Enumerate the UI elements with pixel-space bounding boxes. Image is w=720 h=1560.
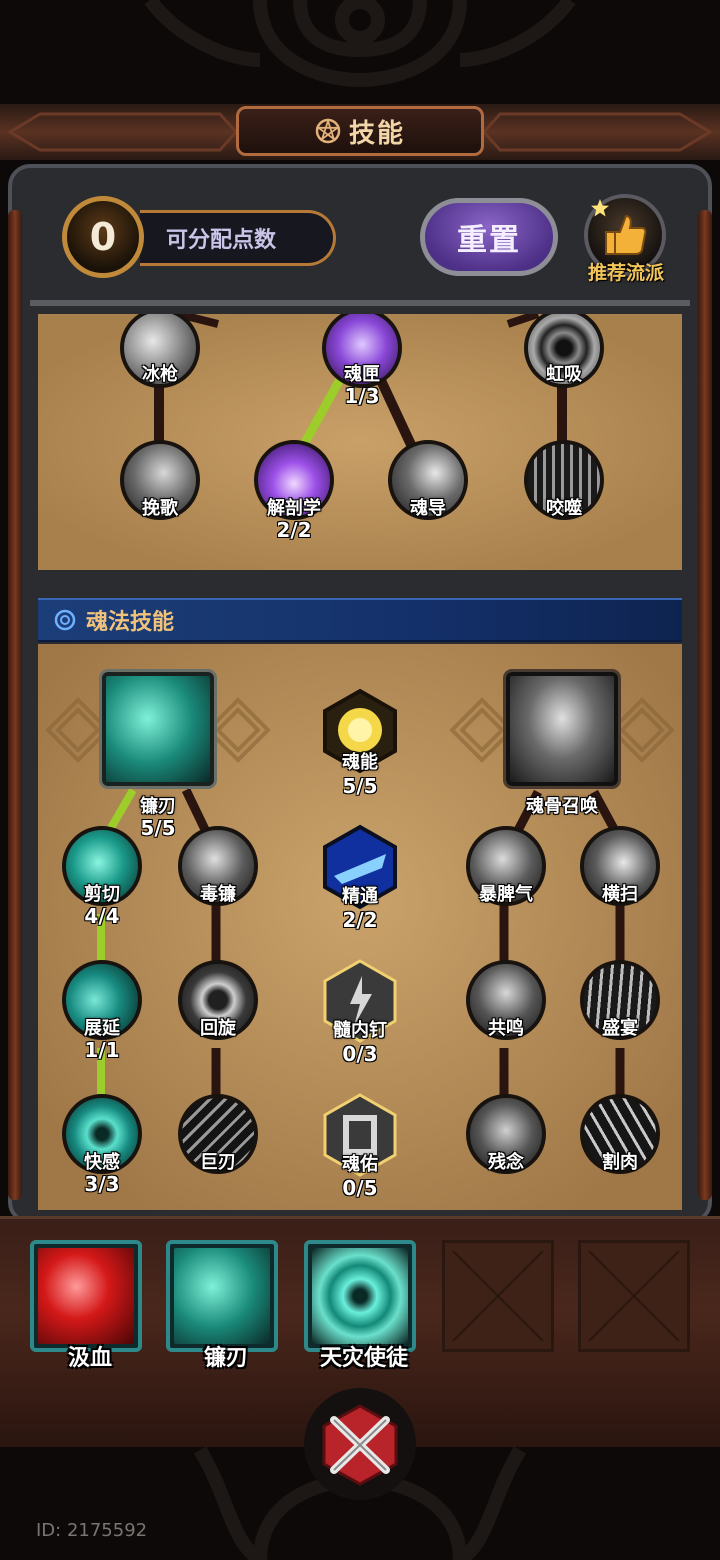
points-counter: 0 [62, 196, 144, 278]
skill-node-bone-summon[interactable]: 魂骨召唤 [506, 672, 618, 817]
pentagram-icon [315, 118, 341, 144]
recommend-build-button[interactable]: 推荐流派 [578, 192, 678, 288]
slot-label: 汲血 [67, 1346, 112, 1371]
equipped-slot-1[interactable]: 汲血 [30, 1240, 142, 1371]
empty-slot-pattern [452, 1250, 544, 1342]
bone-summon-icon [506, 672, 618, 786]
scythe-blade-icon [174, 1248, 270, 1344]
skill-node-mastery[interactable]: 精通 2/2 [322, 824, 398, 932]
skill-count: 0/5 [342, 1176, 378, 1200]
skill-node-shear[interactable]: 剪切 4/4 [62, 826, 142, 928]
skill-node-giant-blade[interactable]: 巨刃 [178, 1094, 258, 1174]
points-value: 0 [89, 215, 117, 259]
skill-node-pleasure[interactable]: 快感 3/3 [62, 1094, 142, 1196]
skill-label: 巨刃 [200, 1152, 236, 1173]
skill-label: 回旋 [200, 1018, 236, 1039]
skill-count: 3/3 [84, 1172, 120, 1196]
skill-node-lingering[interactable]: 残念 [466, 1094, 546, 1174]
blood-drain-icon [38, 1248, 134, 1344]
skill-node-feast[interactable]: 盛宴 [580, 960, 660, 1040]
skill-count: 4/4 [84, 904, 120, 928]
skill-node-extend[interactable]: 展延 1/1 [62, 960, 142, 1062]
points-label-box: 可分配点数 [140, 210, 336, 266]
equipped-slot-5-empty[interactable] [578, 1240, 690, 1352]
skill-count: 1/1 [84, 1038, 120, 1062]
skill-node-anatomy[interactable]: 解剖学 2/2 [254, 440, 334, 542]
skill-label: 解剖学 [267, 498, 321, 519]
left-rail [8, 210, 22, 1200]
star-icon [591, 199, 609, 217]
skill-node-sweep[interactable]: 横扫 [580, 826, 660, 906]
equipped-slot-2[interactable]: 镰刃 [166, 1240, 278, 1371]
skill-label: 髓内钉 [333, 1020, 387, 1041]
skill-count: 1/3 [344, 384, 380, 408]
reset-label: 重置 [457, 223, 521, 258]
right-rail [698, 210, 712, 1200]
empty-slot-pattern [588, 1250, 680, 1342]
scythe-blade-icon [102, 672, 214, 786]
skill-node-devour[interactable]: 咬噬 [524, 440, 604, 520]
skill-label: 魂佑 [342, 1154, 378, 1175]
skill-node-elegy[interactable]: 挽歌 [120, 440, 200, 520]
points-label: 可分配点数 [166, 228, 277, 253]
reset-button[interactable]: 重置 [420, 198, 558, 276]
skill-node-soul-box[interactable]: 魂匣 1/3 [322, 314, 402, 408]
skill-label: 盛宴 [602, 1018, 638, 1039]
calamity-vortex-icon [312, 1248, 408, 1344]
slot-label: 天灾使徒 [319, 1346, 408, 1371]
skill-label: 冰枪 [142, 364, 178, 385]
skill-node-soul-energy[interactable]: 魂能 5/5 [322, 688, 398, 798]
section-title: 魂法技能 [86, 610, 175, 635]
skill-node-marrow-nail[interactable]: 髓内钉 0/3 [322, 958, 398, 1066]
page-title: 技能 [236, 106, 484, 156]
skill-node-soul-bless[interactable]: 魂佑 0/5 [322, 1092, 398, 1200]
skill-count: 5/5 [342, 774, 378, 798]
skill-node-temper[interactable]: 暴脾气 [466, 826, 546, 906]
skill-label: 挽歌 [142, 498, 178, 519]
soul-swirl-icon [54, 609, 76, 631]
skill-node-scythe-blade[interactable]: 镰刃 5/5 [102, 672, 214, 840]
equipped-slot-3[interactable]: 天灾使徒 [304, 1240, 416, 1371]
skill-label: 精通 [342, 886, 378, 907]
skill-tree-top: 冰枪 魂匣 1/3 虹吸 挽歌 解剖学 2/2 魂导 咬噬 [38, 314, 682, 570]
skill-label: 魂能 [342, 752, 378, 773]
equipped-slot-4-empty[interactable] [442, 1240, 554, 1352]
skill-label: 镰刃 [140, 796, 176, 817]
skill-node-ice-spear[interactable]: 冰枪 [120, 314, 200, 394]
divider [30, 300, 690, 306]
skill-count: 2/2 [276, 518, 312, 542]
skill-label: 魂骨召唤 [526, 796, 598, 817]
skill-label: 魂导 [410, 498, 446, 519]
skill-label: 割肉 [602, 1152, 638, 1173]
skill-node-resonance[interactable]: 共鸣 [466, 960, 546, 1040]
skill-label: 虹吸 [546, 364, 582, 385]
skill-node-spin[interactable]: 回旋 [178, 960, 258, 1040]
skill-count: 2/2 [342, 908, 378, 932]
skill-node-soul-guide[interactable]: 魂导 [388, 440, 468, 520]
skill-node-poison-scythe[interactable]: 毒镰 [178, 826, 258, 906]
recommend-label: 推荐流派 [587, 262, 664, 284]
title-text: 技能 [348, 118, 405, 149]
skill-label: 魂匣 [344, 364, 380, 385]
skill-label: 毒镰 [200, 884, 236, 905]
skill-label: 横扫 [602, 884, 638, 905]
skill-tree-soul: 镰刃 5/5 魂能 5/5 魂骨召唤 剪切 4/4 毒镰 精通 2/2 暴脾气 [38, 644, 682, 1210]
skill-node-cut-flesh[interactable]: 割肉 [580, 1094, 660, 1174]
skill-node-rainbow-absorb[interactable]: 虹吸 [524, 314, 604, 394]
slot-label: 镰刃 [203, 1346, 248, 1371]
player-id: ID: 2175592 [36, 1520, 148, 1541]
section-header-soul-skills: 魂法技能 [38, 598, 682, 642]
skill-count: 0/3 [342, 1042, 378, 1066]
crossed-blades-close-icon [304, 1388, 416, 1500]
close-button[interactable] [300, 1384, 420, 1504]
skill-label: 咬噬 [546, 498, 582, 519]
